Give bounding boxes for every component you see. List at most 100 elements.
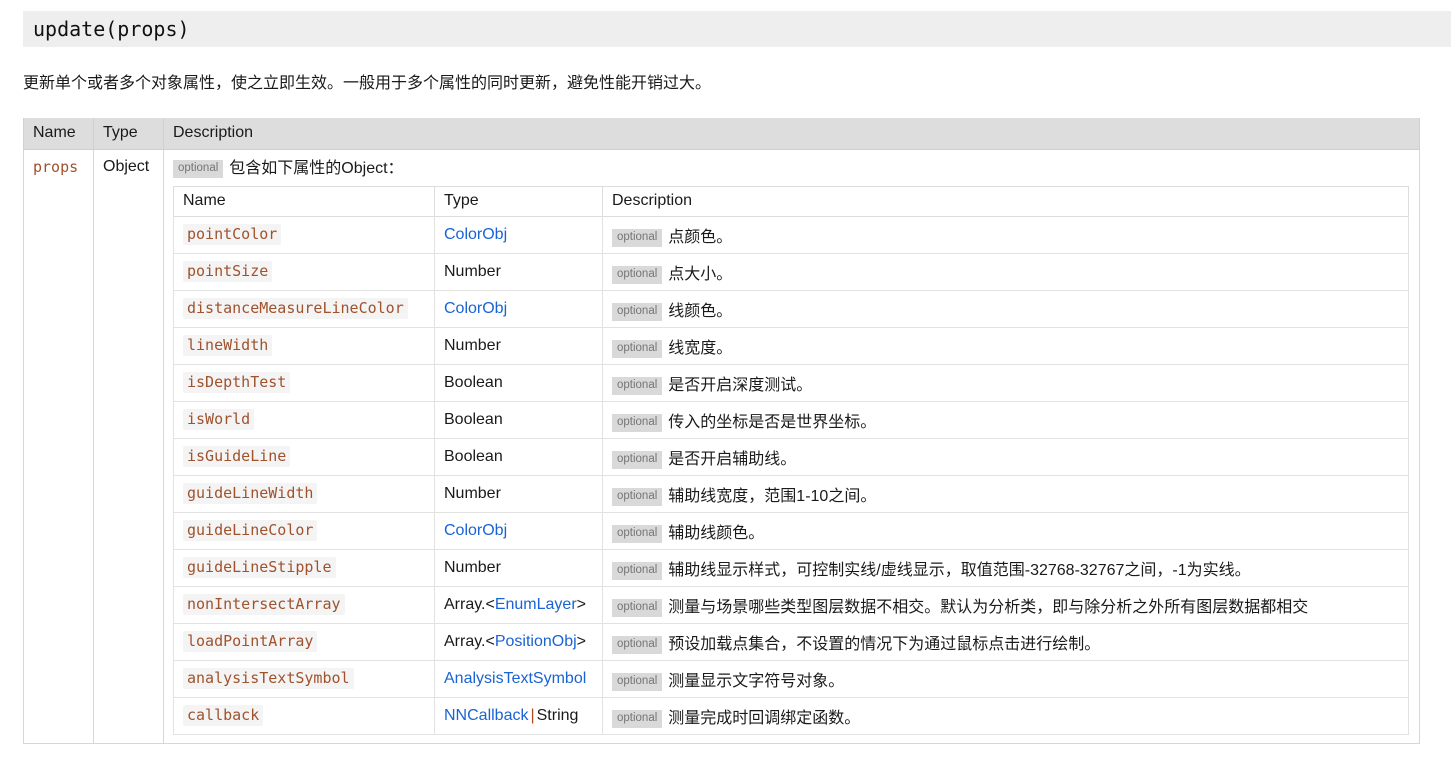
nested-column-header-type: Type <box>434 185 603 217</box>
nested-property-description-cell: optional 辅助线显示样式，可控制实线/虚线显示，取值范围-32768-32… <box>602 548 1409 587</box>
nested-type-separator: | <box>530 706 535 724</box>
nested-property-name-cell: callback <box>173 696 435 735</box>
nested-table-row: lineWidth Number optional 线宽度。 <box>173 326 1409 365</box>
optional-badge: optional <box>612 672 663 691</box>
parameters-table: Name Type Description props Object optio… <box>23 118 1420 744</box>
optional-badge: optional <box>612 413 663 432</box>
nested-property-type-cell: AnalysisTextSymbol <box>434 659 603 698</box>
nested-property-type-cell: Number <box>434 326 603 365</box>
optional-badge: optional <box>173 159 224 178</box>
nested-property-description-cell: optional 线颜色。 <box>602 289 1409 328</box>
param-name: props <box>33 157 79 176</box>
param-type: Object <box>103 157 150 175</box>
nested-property-description-cell: optional 是否开启辅助线。 <box>602 437 1409 476</box>
nested-property-name-cell: isGuideLine <box>173 437 435 476</box>
nested-property-name-cell: guideLineStipple <box>173 548 435 587</box>
nested-table-row: pointColor ColorObj optional 点颜色。 <box>173 215 1409 254</box>
nested-property-name-cell: pointSize <box>173 252 435 291</box>
nested-property-description-text: 测量显示文字符号对象。 <box>668 672 845 690</box>
nested-column-header-description: Description <box>602 185 1409 217</box>
nested-property-name: loadPointArray <box>183 631 318 652</box>
nested-property-name: lineWidth <box>183 335 273 356</box>
param-description-intro: optional 包含如下属性的Object： <box>173 158 1410 180</box>
table-header-row: Name Type Description <box>23 118 1420 150</box>
nested-type-text-alt: String <box>536 706 579 724</box>
nested-property-name-cell: isDepthTest <box>173 363 435 402</box>
nested-properties-table: Name Type Description pointColor ColorObj… <box>173 185 1409 735</box>
nested-header-row: Name Type Description <box>173 185 1409 217</box>
nested-property-type-cell: ColorObj <box>434 511 603 550</box>
nested-type-link[interactable]: NNCallback <box>444 707 528 724</box>
nested-property-description-cell: optional 点颜色。 <box>602 215 1409 254</box>
nested-property-description-text: 是否开启辅助线。 <box>668 450 797 468</box>
nested-type-link[interactable]: ColorObj <box>444 522 507 539</box>
table-row: props Object optional 包含如下属性的Object： Name… <box>23 148 1420 744</box>
nested-property-description-text: 辅助线颜色。 <box>668 524 765 542</box>
nested-property-name: guideLineStipple <box>183 557 336 578</box>
nested-property-type-cell: NNCallback | String <box>434 696 603 735</box>
nested-table-row: loadPointArray Array.<PositionObj> optiona… <box>173 622 1409 661</box>
nested-property-description-cell: optional 测量与场景哪些类型图层数据不相交。默认为分析类，即与除分析之外所… <box>602 585 1409 624</box>
nested-table-row: nonIntersectArray Array.<EnumLayer> option… <box>173 585 1409 624</box>
column-header-type: Type <box>93 118 164 150</box>
nested-property-name-cell: isWorld <box>173 400 435 439</box>
optional-badge: optional <box>612 635 663 654</box>
nested-table-row: guideLineStipple Number optional 辅助线显示样式，可控… <box>173 548 1409 587</box>
nested-type-link[interactable]: PositionObj <box>495 633 577 650</box>
nested-property-description-text: 点颜色。 <box>668 228 733 246</box>
nested-table-row: guideLineWidth Number optional 辅助线宽度，范围1-10… <box>173 474 1409 513</box>
nested-type-text: Boolean <box>444 410 503 428</box>
optional-badge: optional <box>612 524 663 543</box>
nested-type-link[interactable]: EnumLayer <box>495 596 577 613</box>
nested-table-row: analysisTextSymbol AnalysisTextSymbol opti… <box>173 659 1409 698</box>
nested-property-name: guideLineColor <box>183 520 318 541</box>
column-header-name: Name <box>23 118 94 150</box>
nested-type-text: Boolean <box>444 373 503 391</box>
nested-property-type-cell: Boolean <box>434 437 603 476</box>
nested-property-name-cell: guideLineColor <box>173 511 435 550</box>
nested-type-link[interactable]: ColorObj <box>444 300 507 317</box>
api-doc-page: update(props) 更新单个或者多个对象属性，使之立即生效。一般用于多个… <box>0 0 1451 767</box>
nested-property-description-cell: optional 点大小。 <box>602 252 1409 291</box>
nested-type-text: Array.< <box>444 632 495 650</box>
nested-table-row: callback NNCallback | String optional 测量完成时回调… <box>173 696 1409 735</box>
param-type-cell: Object <box>93 148 164 744</box>
nested-property-type-cell: ColorObj <box>434 289 603 328</box>
optional-badge: optional <box>612 302 663 321</box>
param-name-cell: props <box>23 148 94 744</box>
nested-type-text-suffix: > <box>576 632 586 650</box>
nested-type-link[interactable]: ColorObj <box>444 226 507 243</box>
nested-property-type-cell: Number <box>434 548 603 587</box>
nested-property-name: distanceMeasureLineColor <box>183 298 408 319</box>
nested-type-link[interactable]: AnalysisTextSymbol <box>444 670 586 687</box>
param-description-cell: optional 包含如下属性的Object： Name Type Descrip… <box>163 148 1420 744</box>
nested-property-name: isDepthTest <box>183 372 291 393</box>
param-description-text: 包含如下属性的Object： <box>229 159 404 177</box>
nested-property-name: pointSize <box>183 261 273 282</box>
method-description: 更新单个或者多个对象属性，使之立即生效。一般用于多个属性的同时更新，避免性能开销… <box>23 75 712 92</box>
nested-property-description-cell: optional 预设加载点集合，不设置的情况下为通过鼠标点击进行绘制。 <box>602 622 1409 661</box>
nested-property-description-text: 测量完成时回调绑定函数。 <box>668 709 861 727</box>
parameters-table-head: Name Type Description <box>23 118 1420 150</box>
nested-table-row: isDepthTest Boolean optional 是否开启深度测试。 <box>173 363 1409 402</box>
nested-property-description-text: 线颜色。 <box>668 302 733 320</box>
nested-property-description-text: 点大小。 <box>668 265 733 283</box>
nested-type-text: Number <box>444 558 501 576</box>
optional-badge: optional <box>612 561 663 580</box>
nested-table-row: guideLineColor ColorObj optional 辅助线颜色。 <box>173 511 1409 550</box>
optional-badge: optional <box>612 339 663 358</box>
nested-property-name: pointColor <box>183 224 282 245</box>
nested-property-description-text: 线宽度。 <box>668 339 733 357</box>
optional-badge: optional <box>612 598 663 617</box>
nested-property-type-cell: Number <box>434 474 603 513</box>
nested-property-type-cell: Boolean <box>434 400 603 439</box>
nested-property-name-cell: nonIntersectArray <box>173 585 435 624</box>
nested-property-name: nonIntersectArray <box>183 594 345 615</box>
nested-table-row: pointSize Number optional 点大小。 <box>173 252 1409 291</box>
nested-table-row: isWorld Boolean optional 传入的坐标是否是世界坐标。 <box>173 400 1409 439</box>
nested-type-text: Number <box>444 484 501 502</box>
optional-badge: optional <box>612 450 663 469</box>
nested-property-description-cell: optional 测量显示文字符号对象。 <box>602 659 1409 698</box>
nested-table-row: distanceMeasureLineColor ColorObj optional… <box>173 289 1409 328</box>
nested-property-name: callback <box>183 705 264 726</box>
